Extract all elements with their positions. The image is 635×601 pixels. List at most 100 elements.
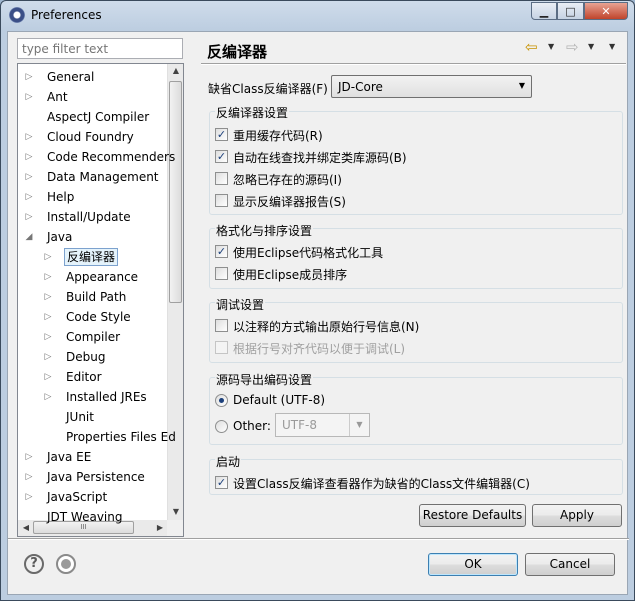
checkbox-label: 以注释的方式输出原始行号信息(N) xyxy=(233,320,420,334)
tree-item[interactable]: Properties Files Ed xyxy=(18,427,176,447)
checkbox[interactable] xyxy=(215,319,228,332)
filter-input[interactable] xyxy=(17,38,183,59)
tree-item[interactable]: ▷ General xyxy=(18,67,168,87)
tree-item[interactable]: ▷ Java EE xyxy=(18,447,168,467)
checkbox-label: 自动在线查找并绑定类库源码(B) xyxy=(233,151,407,165)
close-button[interactable]: ✕ xyxy=(584,2,628,20)
tree-item-label: Editor xyxy=(66,370,102,384)
footer-separator xyxy=(8,538,629,540)
tree-item-label: Data Management xyxy=(47,170,159,184)
tree-item-label: Build Path xyxy=(66,290,127,304)
tree-item[interactable]: ▷ Code Recommenders xyxy=(18,147,176,167)
tree-item[interactable]: ▷ Install/Update xyxy=(18,207,168,227)
tree-item[interactable]: ▷ JavaScript xyxy=(18,487,168,507)
scroll-up-arrow-icon[interactable]: ▲ xyxy=(168,66,183,75)
scroll-corner xyxy=(167,520,183,536)
collapsed-triangle-icon[interactable]: ▷ xyxy=(43,267,53,287)
tree-item[interactable]: JUnit xyxy=(18,407,168,427)
minimize-button[interactable]: ▁ xyxy=(531,2,557,20)
tree-item[interactable]: ▷ Installed JREs xyxy=(18,387,168,407)
tree-item-label: Help xyxy=(47,190,75,204)
help-icon[interactable]: ? xyxy=(24,554,44,574)
tree-item-label: Debug xyxy=(66,350,106,364)
forward-history-dropdown-icon[interactable]: ▼ xyxy=(588,42,594,51)
checkbox[interactable] xyxy=(215,172,228,185)
tree-item[interactable]: ▷ Java Persistence xyxy=(18,467,168,487)
radio-unselected[interactable] xyxy=(215,420,228,433)
tree-item-label: 反编译器 xyxy=(64,248,119,266)
collapsed-triangle-icon[interactable]: ▷ xyxy=(24,127,34,147)
title-bar[interactable]: Preferences ▁ □ ✕ xyxy=(1,1,634,31)
restore-defaults-button[interactable]: Restore Defaults xyxy=(419,504,526,527)
tree-item[interactable]: ▷ Help xyxy=(18,187,168,207)
ok-button[interactable]: OK xyxy=(428,553,518,576)
apply-button[interactable]: Apply xyxy=(532,504,622,527)
default-decompiler-select[interactable]: JD-Core ▼ xyxy=(331,75,532,98)
default-decompiler-value: JD-Core xyxy=(338,80,383,94)
checkbox[interactable]: ✓ xyxy=(215,245,228,258)
splitter-sash[interactable] xyxy=(191,32,194,537)
tree-item[interactable]: ▷ Ant xyxy=(18,87,168,107)
tree-item[interactable]: ▷ Editor xyxy=(18,367,168,387)
collapsed-triangle-icon[interactable]: ▷ xyxy=(24,67,34,87)
collapsed-triangle-icon[interactable]: ▷ xyxy=(24,87,34,107)
tree-item-label: Java EE xyxy=(47,450,92,464)
tree-item[interactable]: ▷ Data Management xyxy=(18,167,168,187)
record-macro-icon[interactable] xyxy=(56,554,76,574)
tree-item[interactable]: ▷ 反编译器 xyxy=(18,247,168,267)
collapsed-triangle-icon[interactable]: ▷ xyxy=(24,207,34,227)
cancel-button[interactable]: Cancel xyxy=(525,553,615,576)
collapsed-triangle-icon[interactable]: ▷ xyxy=(43,367,53,387)
encoding-other-value: UTF-8 xyxy=(282,418,317,432)
tree-item-label: Code Style xyxy=(66,310,131,324)
back-arrow-icon[interactable]: ⇦ xyxy=(525,38,538,56)
collapsed-triangle-icon[interactable]: ▷ xyxy=(24,447,34,467)
collapsed-triangle-icon[interactable]: ▷ xyxy=(43,347,53,367)
back-history-dropdown-icon[interactable]: ▼ xyxy=(548,42,554,51)
preferences-tree: ▲ ▼ ◀ III ▶ ▷ General ▷ Ant AspectJ Compiler… xyxy=(17,63,184,537)
tree-vertical-scrollbar[interactable]: ▲ ▼ xyxy=(167,64,183,521)
maximize-button[interactable]: □ xyxy=(557,2,584,20)
collapsed-triangle-icon[interactable]: ▷ xyxy=(24,467,34,487)
tree-item[interactable]: ▷ Appearance xyxy=(18,267,168,287)
scroll-down-arrow-icon[interactable]: ▼ xyxy=(168,507,183,516)
collapsed-triangle-icon[interactable]: ▷ xyxy=(24,147,34,167)
tree-item-label: JUnit xyxy=(66,410,94,424)
title-separator xyxy=(201,63,626,65)
tree-vertical-scroll-thumb[interactable] xyxy=(169,81,182,303)
checkbox[interactable]: ✓ xyxy=(215,476,228,489)
collapsed-triangle-icon[interactable]: ▷ xyxy=(43,287,53,307)
tree-item-label: Installed JREs xyxy=(66,390,147,404)
view-menu-icon[interactable]: ▼ xyxy=(609,42,615,51)
collapsed-triangle-icon[interactable]: ▷ xyxy=(24,487,34,507)
tree-item[interactable]: ▷ Debug xyxy=(18,347,168,367)
checkbox[interactable] xyxy=(215,267,228,280)
tree-item-label: Java Persistence xyxy=(47,470,145,484)
checkbox[interactable]: ✓ xyxy=(215,150,228,163)
tree-item-label: Compiler xyxy=(66,330,121,344)
checkbox-label: 使用Eclipse代码格式化工具 xyxy=(233,246,384,260)
checkbox-label: 使用Eclipse成员排序 xyxy=(233,268,348,282)
collapsed-triangle-icon[interactable]: ▷ xyxy=(24,187,34,207)
checkbox[interactable] xyxy=(215,194,228,207)
chevron-down-icon: ▼ xyxy=(349,414,369,436)
forward-arrow-icon[interactable]: ⇨ xyxy=(566,38,579,56)
tree-item[interactable]: ▷ Compiler xyxy=(18,327,168,347)
tree-item[interactable]: JDT Weaving xyxy=(18,507,168,527)
radio-selected[interactable] xyxy=(215,394,228,407)
collapsed-triangle-icon[interactable]: ▷ xyxy=(43,247,53,267)
expanded-triangle-icon[interactable]: ◢ xyxy=(24,227,34,247)
collapsed-triangle-icon[interactable]: ▷ xyxy=(24,167,34,187)
startup-title: 启动 xyxy=(215,453,242,470)
tree-item[interactable]: ▷ Cloud Foundry xyxy=(18,127,168,147)
checkbox[interactable]: ✓ xyxy=(215,128,228,141)
collapsed-triangle-icon[interactable]: ▷ xyxy=(43,307,53,327)
tree-item[interactable]: ▷ Code Style xyxy=(18,307,168,327)
collapsed-triangle-icon[interactable]: ▷ xyxy=(43,327,53,347)
collapsed-triangle-icon[interactable]: ▷ xyxy=(43,387,53,407)
checkbox-label: 显示反编译器报告(S) xyxy=(233,195,346,209)
tree-item[interactable]: AspectJ Compiler xyxy=(18,107,168,127)
chevron-down-icon: ▼ xyxy=(518,81,525,90)
tree-item[interactable]: ◢ Java xyxy=(18,227,168,247)
tree-item[interactable]: ▷ Build Path xyxy=(18,287,168,307)
